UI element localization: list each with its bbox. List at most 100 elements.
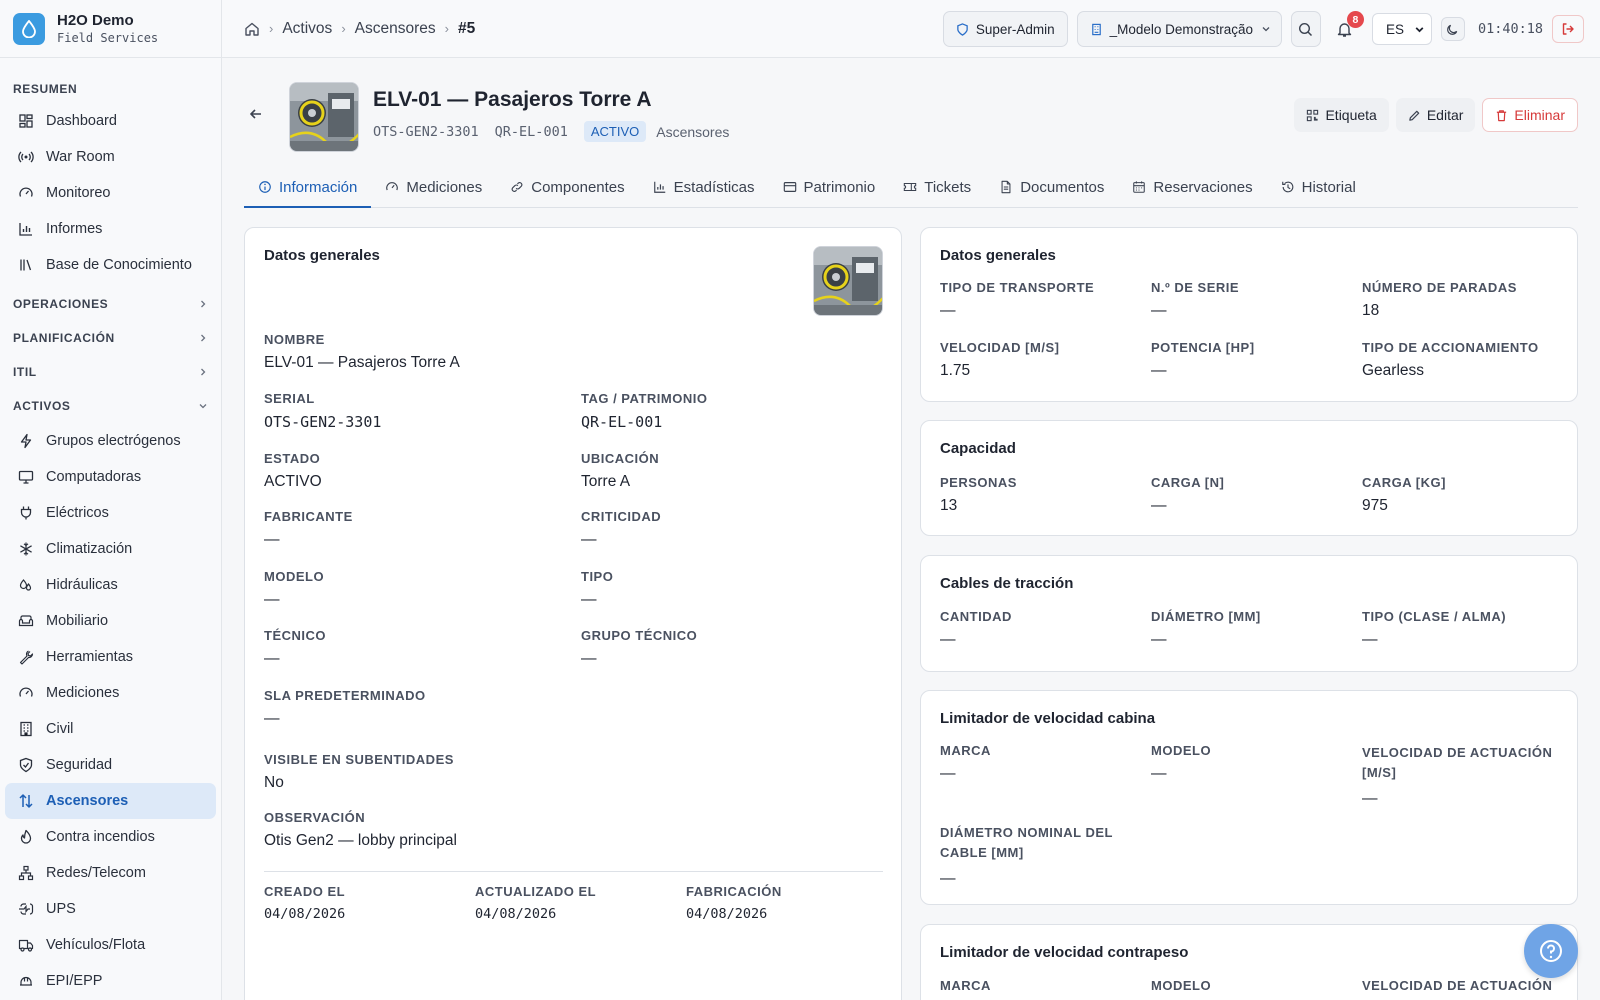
field-value: —	[1362, 790, 1378, 807]
field-value: No	[264, 774, 284, 791]
asset-photo[interactable]	[289, 82, 359, 152]
brand[interactable]: H2O Demo Field Services	[0, 0, 221, 58]
field-label: VISIBLE EN SUBENTIDADES	[264, 752, 454, 767]
delete-button[interactable]: Eliminar	[1482, 98, 1578, 132]
sidebar-item-electricos[interactable]: Eléctricos	[5, 495, 216, 531]
tab-documentos[interactable]: Documentos	[985, 168, 1118, 208]
nav-section-activos[interactable]: ACTIVOS	[0, 389, 221, 423]
theme-toggle[interactable]	[1440, 17, 1465, 41]
field-label: MARCA	[940, 978, 991, 993]
field-label: TAG / PATRIMONIO	[581, 391, 708, 406]
field-value: —	[264, 650, 280, 667]
cables-card: Cables de tracción CANTIDAD — DIÁMETRO […	[920, 555, 1578, 672]
tab-mediciones[interactable]: Mediciones	[371, 168, 496, 208]
sidebar-item-monitoreo[interactable]: Monitoreo	[5, 175, 216, 211]
sidebar-item-computadoras[interactable]: Computadoras	[5, 459, 216, 495]
sidebar-item-label: Seguridad	[46, 757, 113, 773]
tab-historial[interactable]: Historial	[1267, 168, 1370, 208]
chevron-right-icon	[201, 300, 206, 308]
field-label: CARGA [N]	[1151, 475, 1225, 490]
tab-componentes[interactable]: Componentes	[496, 168, 638, 208]
tenant-select[interactable]: _Modelo Demonstração	[1076, 11, 1282, 47]
droplet-icon	[13, 12, 45, 45]
field-value: 975	[1362, 497, 1388, 514]
nav-section-itil[interactable]: ITIL	[0, 355, 221, 389]
tab-reservaciones[interactable]: Reservaciones	[1118, 168, 1266, 208]
field-label: OBSERVACIÓN	[264, 810, 366, 825]
qr-code-icon	[1307, 109, 1319, 121]
logout-button[interactable]	[1552, 15, 1584, 43]
field-label: N.º DE SERIE	[1151, 280, 1240, 295]
language-select[interactable]: ES	[1371, 13, 1432, 45]
sidebar-item-vehiculos-flota[interactable]: Vehículos/Flota	[5, 927, 216, 963]
sidebar-item-label: Grupos electrógenos	[46, 433, 181, 449]
help-button[interactable]	[1524, 924, 1578, 978]
asset-category[interactable]: Ascensores	[656, 124, 729, 140]
sidebar-item-epi-epp[interactable]: EPI/EPP	[5, 963, 216, 999]
card-title: Limitador de velocidad cabina	[940, 710, 1156, 727]
field-value: —	[264, 591, 280, 608]
sidebar-item-label: Climatización	[46, 541, 133, 557]
field-value: 04/08/2026	[475, 906, 557, 922]
field-observacion: OBSERVACIÓN Otis Gen2 — lobby principal	[264, 810, 457, 850]
specs-card: Datos generales TIPO DE TRANSPORTE — N.º…	[920, 227, 1578, 402]
search-button[interactable]	[1290, 11, 1321, 47]
breadcrumb-item[interactable]: Ascensores	[355, 20, 436, 38]
field-label: MODELO	[1151, 743, 1212, 758]
sidebar-item-herramientas[interactable]: Herramientas	[5, 639, 216, 675]
moon-icon	[1447, 24, 1458, 35]
gauge-icon	[19, 187, 33, 197]
flame-icon	[20, 829, 32, 844]
tab-label: Componentes	[531, 178, 625, 196]
tab-informacion[interactable]: Información	[244, 168, 372, 208]
sidebar-item-grupos-electrogenos[interactable]: Grupos electrógenos	[5, 423, 216, 459]
label-button-text: Etiqueta	[1325, 107, 1377, 123]
tab-patrimonio[interactable]: Patrimonio	[769, 168, 890, 208]
field-label: TIPO	[581, 569, 614, 584]
tab-tickets[interactable]: Tickets	[889, 168, 985, 208]
tab-estadisticas[interactable]: Estadísticas	[639, 168, 769, 208]
sidebar-item-mobiliario[interactable]: Mobiliario	[5, 603, 216, 639]
sidebar-item-redes-telecom[interactable]: Redes/Telecom	[5, 855, 216, 891]
sidebar-item-ascensores[interactable]: Ascensores	[5, 783, 216, 819]
sidebar-item-label: EPI/EPP	[46, 973, 103, 989]
breadcrumb-item[interactable]: Activos	[282, 20, 332, 38]
sidebar-item-climatizacion[interactable]: Climatización	[5, 531, 216, 567]
sidebar-item-informes[interactable]: Informes	[5, 211, 216, 247]
sidebar-item-label: Hidráulicas	[46, 577, 118, 593]
battery-icon	[19, 903, 34, 915]
sidebar-item-label: Informes	[46, 221, 103, 237]
asset-photo-small[interactable]	[813, 246, 883, 316]
field-value: —	[940, 765, 956, 782]
field-estado: ESTADO ACTIVO	[264, 451, 322, 491]
sidebar-item-seguridad[interactable]: Seguridad	[5, 747, 216, 783]
field-value: —	[264, 710, 280, 727]
sofa-icon	[18, 615, 34, 627]
sidebar-item-war-room[interactable]: War Room	[5, 139, 216, 175]
sidebar-item-dashboard[interactable]: Dashboard	[5, 103, 216, 139]
sidebar-item-base-de-conocimiento[interactable]: Base de Conocimiento	[5, 247, 216, 283]
field-value: 1.75	[940, 362, 971, 379]
sidebar-item-ups[interactable]: UPS	[5, 891, 216, 927]
field-value: —	[1151, 765, 1167, 782]
nav-section-planificacion[interactable]: PLANIFICACIÓN	[0, 321, 221, 355]
home-icon[interactable]	[244, 21, 260, 37]
nav-section-operaciones[interactable]: OPERACIONES	[0, 287, 221, 321]
notifications-button[interactable]: 8	[1330, 11, 1364, 47]
field-diametro-nominal: DIÁMETRO NOMINAL DEL CABLE [MM] —	[940, 823, 1140, 888]
chevron-down-icon	[1415, 26, 1424, 32]
edit-button[interactable]: Editar	[1395, 98, 1476, 132]
label-button[interactable]: Etiqueta	[1294, 98, 1389, 132]
sidebar-item-hidraulicas[interactable]: Hidráulicas	[5, 567, 216, 603]
sidebar-item-label: UPS	[46, 901, 76, 917]
sidebar-item-mediciones[interactable]: Mediciones	[5, 675, 216, 711]
sidebar-item-label: Ascensores	[46, 793, 129, 809]
role-badge[interactable]: Super-Admin	[942, 11, 1068, 47]
sidebar-item-contra-incendios[interactable]: Contra incendios	[5, 819, 216, 855]
back-button[interactable]	[248, 106, 264, 127]
field-serie: N.º DE SERIE —	[1151, 280, 1239, 320]
sidebar-item-civil[interactable]: Civil	[5, 711, 216, 747]
field-label: MARCA	[940, 743, 991, 758]
field-modelo: MODELO —	[264, 569, 324, 609]
tab-label: Tickets	[924, 178, 972, 196]
